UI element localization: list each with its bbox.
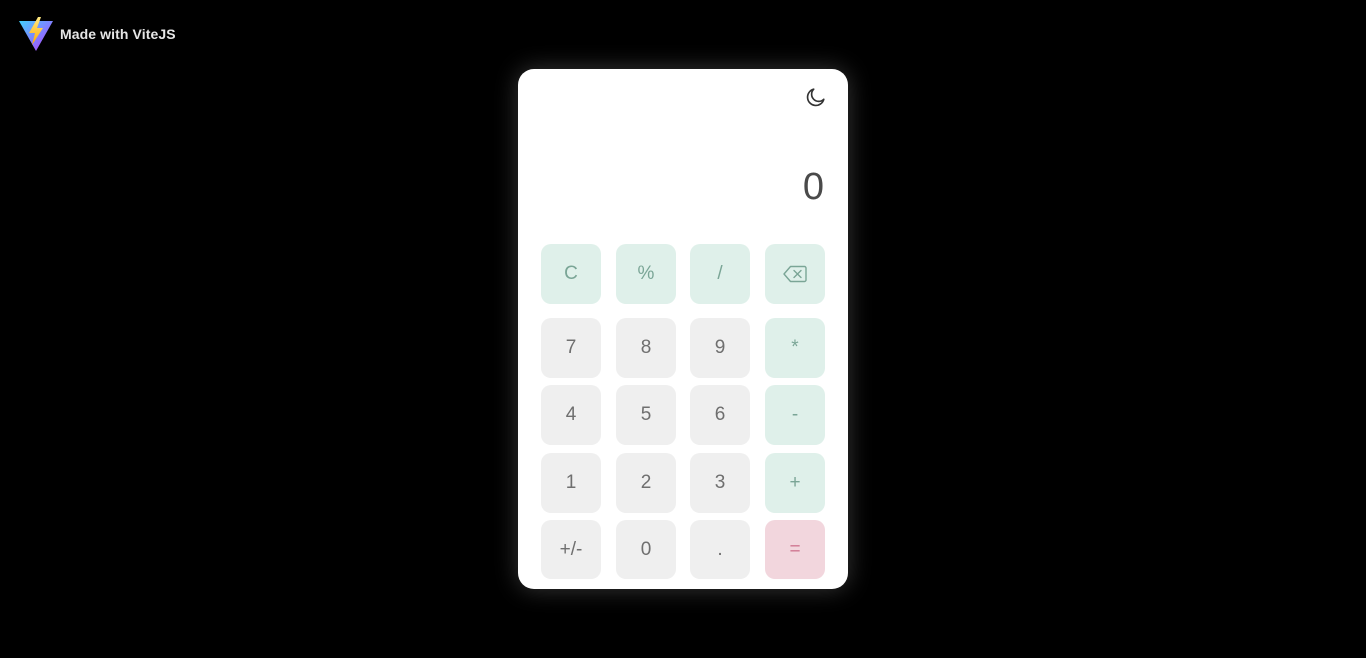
digit-8-button[interactable]: 8 xyxy=(616,318,676,378)
negate-button[interactable]: +/- xyxy=(541,520,601,579)
digit-2-button[interactable]: 2 xyxy=(616,453,676,513)
digit-6-button[interactable]: 6 xyxy=(690,385,750,445)
moon-icon xyxy=(806,88,825,107)
backspace-button[interactable] xyxy=(765,244,825,304)
display-value: 0 xyxy=(802,166,824,208)
brand-text: Made with ViteJS xyxy=(60,26,176,42)
decimal-button[interactable]: . xyxy=(690,520,750,579)
digit-5-button[interactable]: 5 xyxy=(616,385,676,445)
calculator-card: 0 C % / 7 8 9 * 4 5 6 - 1 2 3 + +/- 0 . … xyxy=(518,69,848,589)
equals-button[interactable]: = xyxy=(765,520,825,579)
subtract-button[interactable]: - xyxy=(765,385,825,445)
digit-9-button[interactable]: 9 xyxy=(690,318,750,378)
digit-7-button[interactable]: 7 xyxy=(541,318,601,378)
digit-4-button[interactable]: 4 xyxy=(541,385,601,445)
vite-logo-icon xyxy=(19,17,53,51)
digit-3-button[interactable]: 3 xyxy=(690,453,750,513)
backspace-icon xyxy=(783,265,807,283)
percent-button[interactable]: % xyxy=(616,244,676,304)
digit-1-button[interactable]: 1 xyxy=(541,453,601,513)
clear-button[interactable]: C xyxy=(541,244,601,304)
digit-0-button[interactable]: 0 xyxy=(616,520,676,579)
brand-link[interactable]: Made with ViteJS xyxy=(18,16,176,52)
theme-toggle-button[interactable] xyxy=(803,84,829,110)
divide-button[interactable]: / xyxy=(690,244,750,304)
add-button[interactable]: + xyxy=(765,453,825,513)
multiply-button[interactable]: * xyxy=(765,318,825,378)
